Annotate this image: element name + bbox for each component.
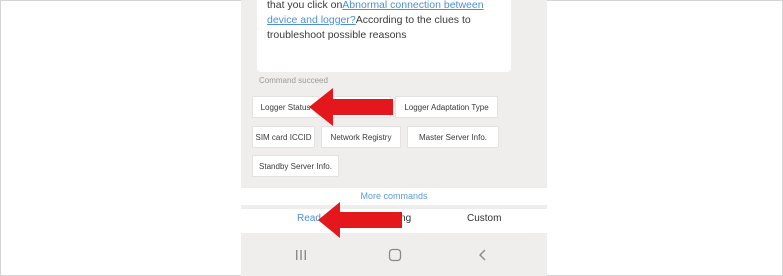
message-line1: that you click on — [267, 0, 343, 11]
recents-icon[interactable] — [287, 246, 315, 264]
standby-server-info-button[interactable]: Standby Server Info. — [252, 155, 339, 177]
message-text: that you click onAbnormal connection bet… — [267, 0, 501, 43]
back-icon[interactable] — [469, 246, 497, 264]
network-registry-button[interactable]: Network Registry — [321, 126, 401, 148]
tab-custom[interactable]: Custom — [467, 213, 501, 224]
sim-card-iccid-button[interactable]: SIM card ICCID — [252, 126, 315, 148]
system-nav-bar — [241, 234, 547, 276]
logger-adaptation-type-button[interactable]: Logger Adaptation Type — [395, 96, 498, 118]
annotation-arrow-icon — [318, 202, 402, 238]
message-bubble: that you click onAbnormal connection bet… — [257, 0, 511, 72]
home-icon[interactable] — [381, 246, 409, 264]
command-status: Command succeed — [259, 76, 328, 85]
annotation-arrow-icon — [309, 88, 393, 126]
master-server-info-button[interactable]: Master Server Info. — [407, 126, 499, 148]
phone-screen: that you click onAbnormal connection bet… — [241, 0, 547, 276]
